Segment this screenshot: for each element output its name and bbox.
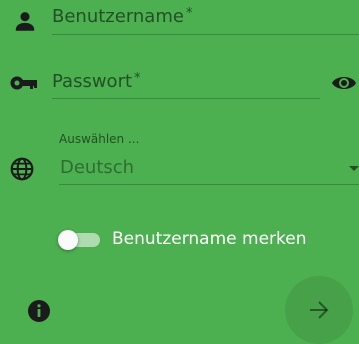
remember-toggle[interactable] xyxy=(56,228,102,252)
language-underline xyxy=(59,184,359,185)
info-icon[interactable] xyxy=(27,299,51,323)
key-icon xyxy=(10,76,37,90)
chevron-down-icon xyxy=(349,166,359,171)
eye-icon[interactable] xyxy=(331,73,357,93)
password-placeholder: Passwort xyxy=(52,71,133,92)
username-underline xyxy=(52,34,359,35)
username-input[interactable]: Benutzername * xyxy=(52,0,359,36)
password-input[interactable]: Passwort * xyxy=(52,60,320,100)
toggle-knob xyxy=(58,230,78,250)
username-required-mark: * xyxy=(185,6,193,21)
password-required-mark: * xyxy=(134,71,141,86)
arrow-right-icon xyxy=(310,301,329,319)
person-icon xyxy=(15,12,35,31)
username-row: Benutzername * xyxy=(0,0,359,40)
globe-icon xyxy=(10,157,34,181)
language-select-label: Auswählen ... xyxy=(59,132,140,146)
language-select[interactable]: Auswählen ... Deutsch xyxy=(59,128,359,188)
password-row: Passwort * xyxy=(0,60,359,104)
remember-label: Benutzername merken xyxy=(112,229,307,249)
remember-row: Benutzername merken xyxy=(0,224,359,256)
language-select-value: Deutsch xyxy=(60,157,135,178)
language-row: Auswählen ... Deutsch xyxy=(0,128,359,188)
submit-button[interactable] xyxy=(285,276,353,344)
password-underline xyxy=(52,98,320,99)
username-placeholder: Benutzername xyxy=(52,6,184,27)
